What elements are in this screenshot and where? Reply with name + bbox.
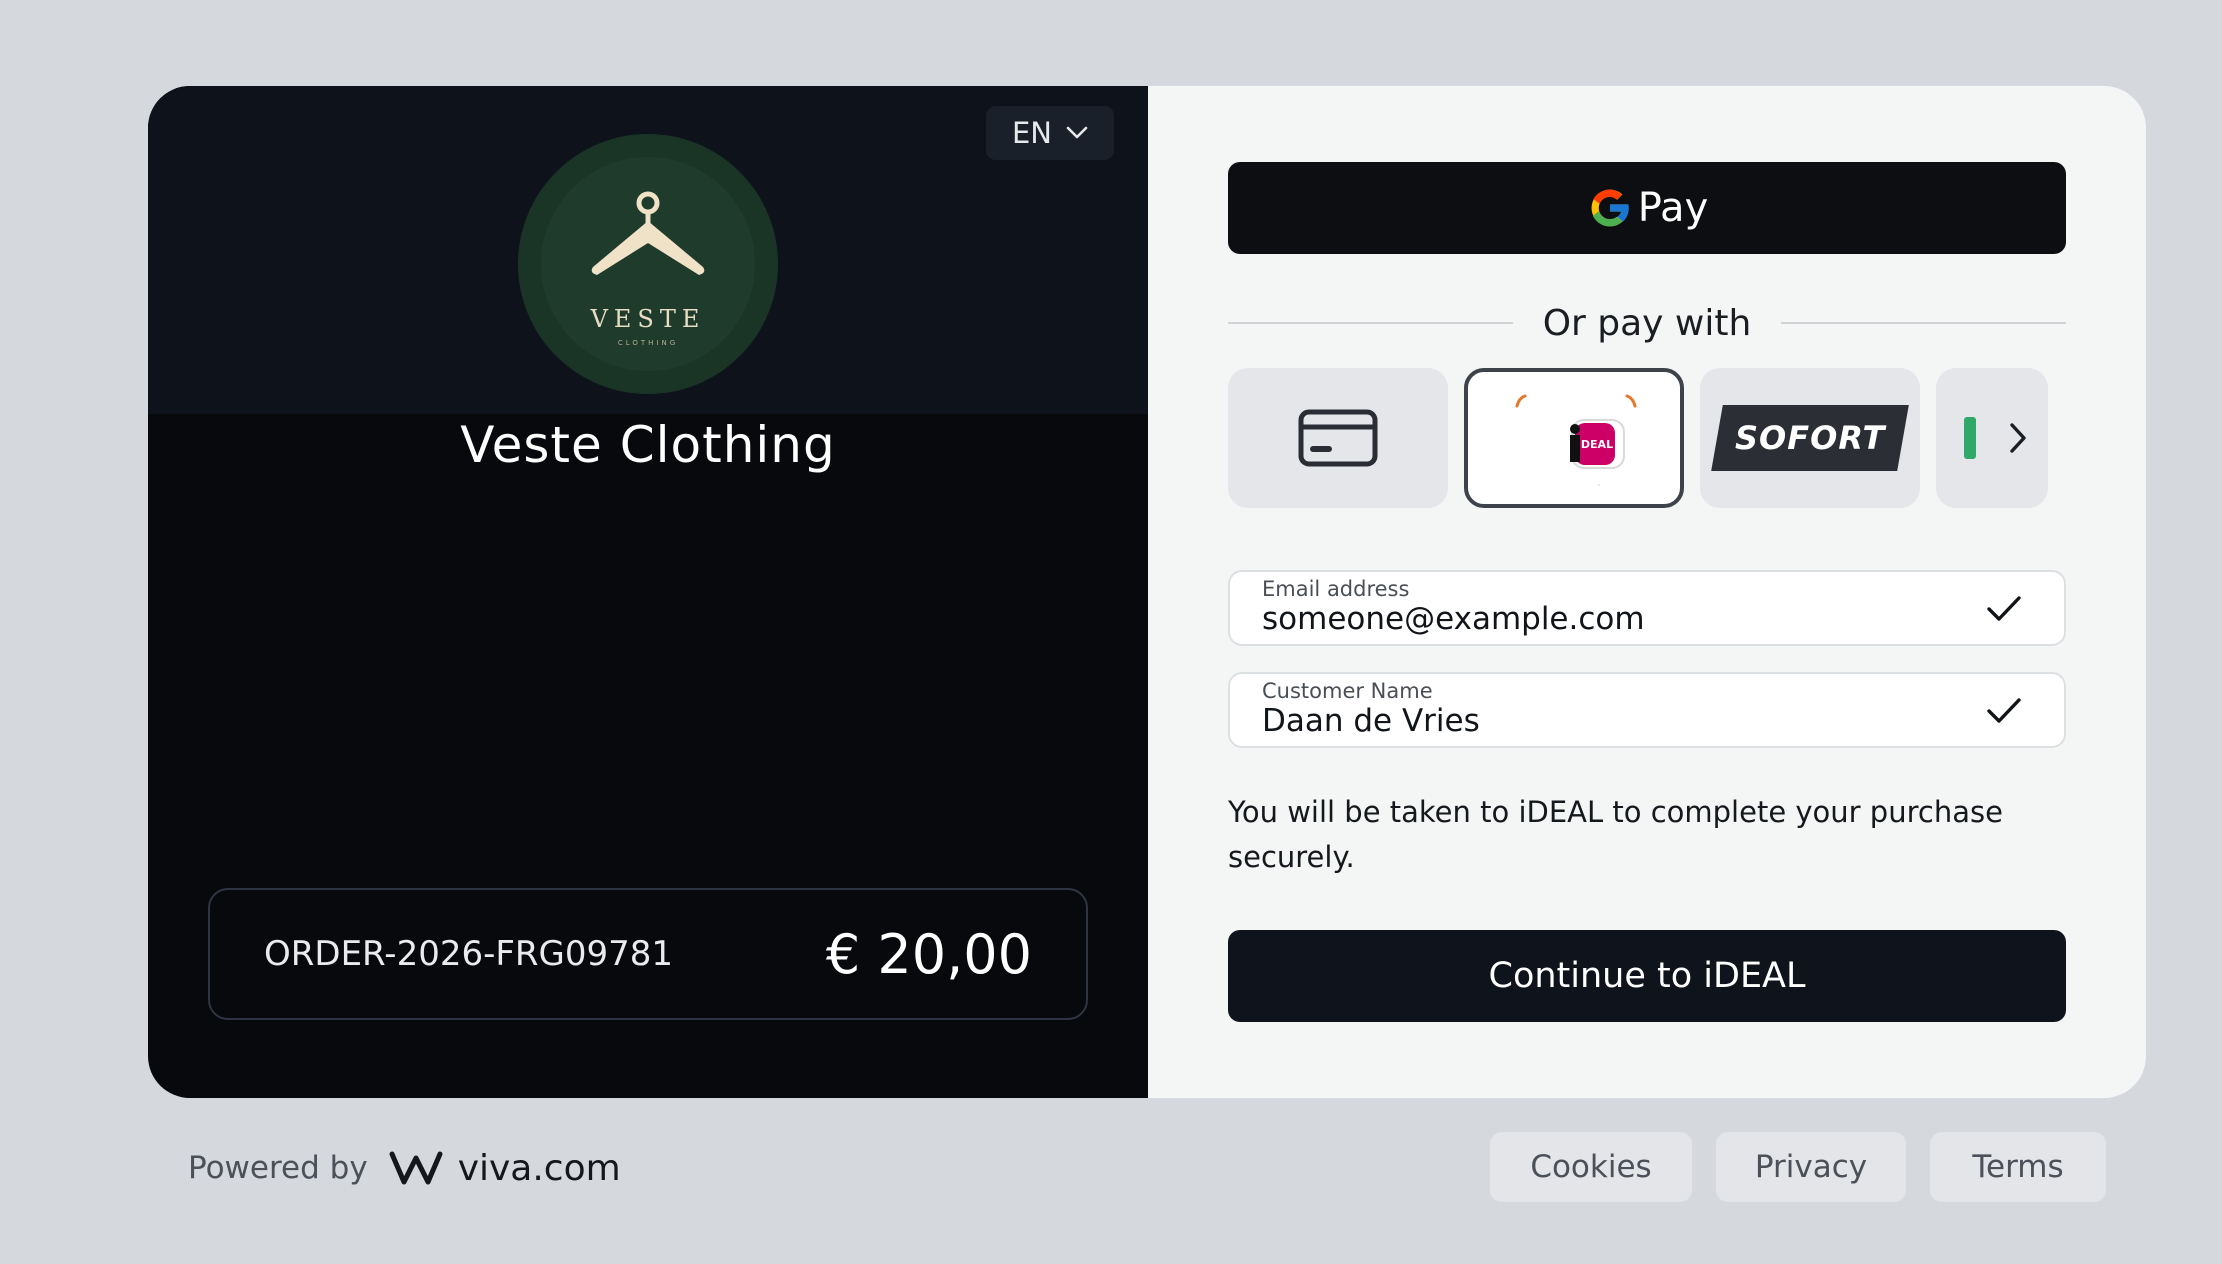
google-g-icon (1591, 189, 1630, 227)
continue-button[interactable]: Continue to iDEAL (1228, 930, 2066, 1022)
ideal-logo-icon: DEAL (1515, 394, 1637, 486)
merchant-panel: EN VESTE CLOTHING Veste Clothing ORDER-2… (148, 86, 1148, 1098)
customer-name-label: Customer Name (1262, 679, 1433, 703)
chevron-right-icon (2010, 423, 2026, 453)
sofort-label: SOFORT (1734, 419, 1886, 457)
powered-by: Powered by viva.com (188, 1142, 621, 1194)
chevron-down-icon (1066, 126, 1088, 139)
payment-method-card[interactable] (1228, 368, 1448, 508)
credit-card-icon (1298, 409, 1378, 467)
viva-brand[interactable]: viva.com (458, 1148, 621, 1189)
divider-text: Or pay with (1542, 302, 1752, 344)
merchant-logo: VESTE CLOTHING (518, 134, 778, 394)
payment-method-ideal[interactable]: DEAL (1464, 368, 1684, 508)
order-summary: ORDER-2026-FRG09781 € 20,00 (208, 888, 1088, 1020)
email-input[interactable] (1262, 602, 1962, 636)
logo-wordmark: VESTE (590, 305, 706, 333)
payment-method-more[interactable] (1936, 368, 2048, 508)
order-id: ORDER-2026-FRG09781 (264, 934, 674, 974)
partial-method-icon (1964, 417, 1976, 459)
logo-subtitle: CLOTHING (617, 339, 679, 347)
payment-method-sofort[interactable]: SOFORT (1700, 368, 1920, 508)
google-pay-label: Pay (1637, 185, 1709, 231)
sofort-badge: SOFORT (1711, 405, 1909, 471)
powered-by-label: Powered by (188, 1150, 368, 1186)
check-icon (1987, 596, 2021, 621)
terms-link[interactable]: Terms (1930, 1132, 2106, 1202)
divider-line-left (1228, 322, 1513, 324)
check-icon (1987, 698, 2021, 723)
google-pay-button[interactable]: Pay (1228, 162, 2066, 254)
viva-logo-icon (389, 1151, 443, 1185)
order-amount: € 20,00 (825, 922, 1032, 986)
language-selector[interactable]: EN (986, 106, 1114, 160)
language-label: EN (1011, 116, 1053, 150)
merchant-name: Veste Clothing (460, 416, 836, 474)
email-field[interactable]: Email address (1228, 570, 2066, 646)
cookies-link[interactable]: Cookies (1490, 1132, 1692, 1202)
email-label: Email address (1262, 577, 1410, 601)
redirect-info-text: You will be taken to iDEAL to complete y… (1228, 795, 2003, 874)
checkout-card: EN VESTE CLOTHING Veste Clothing ORDER-2… (148, 86, 2146, 1098)
privacy-link[interactable]: Privacy (1716, 1132, 1906, 1202)
svg-text:DEAL: DEAL (1581, 438, 1613, 451)
or-pay-with-divider: Or pay with (1228, 298, 2066, 348)
payment-panel: Pay Or pay with DEAL SOFORT Email addres… (1148, 86, 2146, 1098)
hanger-icon (591, 191, 705, 275)
customer-name-field[interactable]: Customer Name (1228, 672, 2066, 748)
customer-name-input[interactable] (1262, 704, 1962, 738)
divider-line-right (1781, 322, 2066, 324)
